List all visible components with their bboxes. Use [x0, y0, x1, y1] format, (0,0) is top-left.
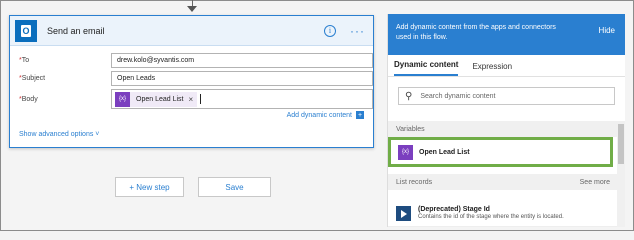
to-label: *To: [19, 56, 30, 64]
body-field[interactable]: {x} Open Lead List ×: [111, 89, 373, 109]
search-icon: ⚲: [405, 90, 413, 102]
token-label: Open Lead List: [136, 95, 184, 103]
list-item-title: (Deprecated) Stage Id: [418, 206, 490, 213]
subject-row: *Subject Open Leads: [10, 70, 373, 86]
card-header[interactable]: O Send an email i ···: [10, 16, 373, 46]
panel-header: Add dynamic content from the apps and co…: [388, 14, 625, 55]
dynamic-content-panel: Add dynamic content from the apps and co…: [387, 14, 625, 227]
variable-item-open-lead-list[interactable]: {x} Open Lead List: [388, 137, 613, 167]
subject-label: *Subject: [19, 74, 46, 82]
tab-dynamic-content[interactable]: Dynamic content: [394, 60, 459, 76]
variable-icon: {x}: [115, 91, 130, 107]
body-row: *Body {x} Open Lead List ×: [10, 89, 373, 109]
to-field[interactable]: drew.kolo@syvantis.com: [111, 52, 373, 68]
show-advanced-options-link[interactable]: Show advanced options ˅: [19, 131, 99, 138]
close-icon[interactable]: ×: [188, 95, 193, 104]
send-email-card: O Send an email i ··· *To drew.kolo@syva…: [9, 15, 374, 148]
dynamics-icon: [396, 206, 411, 221]
list-item-stage-id[interactable]: (Deprecated) Stage Id Contains the id of…: [388, 203, 618, 227]
list-records-heading: List records: [396, 178, 433, 186]
show-advanced-label: Show advanced options: [19, 131, 94, 138]
panel-scrollbar[interactable]: [617, 121, 625, 227]
variables-section-header: Variables: [388, 121, 618, 137]
list-records-section-header: List records See more: [388, 174, 618, 190]
info-icon[interactable]: i: [324, 24, 336, 37]
body-label: *Body: [19, 95, 38, 103]
list-item-description: Contains the id of the stage where the e…: [418, 214, 564, 220]
variables-heading: Variables: [396, 125, 425, 133]
subject-field[interactable]: Open Leads: [111, 70, 373, 86]
save-button[interactable]: Save: [198, 177, 271, 197]
see-more-link[interactable]: See more: [580, 179, 610, 186]
open-lead-list-token[interactable]: {x} Open Lead List ×: [115, 91, 198, 107]
add-dynamic-content-link[interactable]: Add dynamic content +: [287, 111, 364, 119]
to-row: *To drew.kolo@syvantis.com: [10, 52, 373, 68]
panel-tabs: Dynamic content Expression: [388, 55, 625, 77]
outlook-icon: O: [15, 19, 37, 42]
variable-item-label: Open Lead List: [419, 148, 470, 156]
text-cursor: [200, 94, 202, 104]
new-step-button[interactable]: + New step: [115, 177, 184, 197]
card-title: Send an email: [47, 25, 105, 36]
search-input[interactable]: ⚲ Search dynamic content: [398, 87, 615, 105]
hide-button[interactable]: Hide: [599, 25, 615, 36]
scrollbar-thumb[interactable]: [618, 124, 624, 164]
ellipsis-icon[interactable]: ···: [350, 25, 365, 37]
add-dynamic-label: Add dynamic content: [286, 111, 352, 119]
panel-header-text: Add dynamic content from the apps and co…: [396, 24, 556, 41]
chevron-down-icon: ˅: [95, 131, 100, 138]
tab-expression[interactable]: Expression: [472, 62, 512, 76]
variable-icon: {x}: [398, 144, 413, 160]
flow-connector-arrow: [184, 0, 200, 16]
search-placeholder: Search dynamic content: [420, 92, 496, 100]
plus-icon: +: [356, 111, 364, 119]
